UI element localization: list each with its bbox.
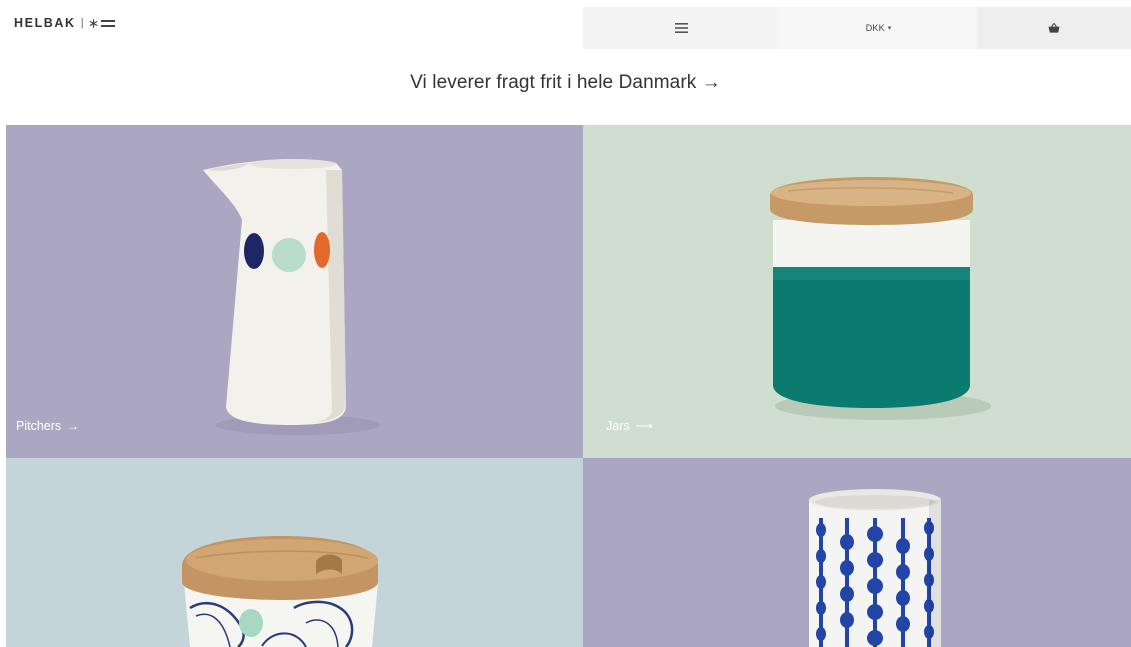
tile-label-text: Pitchers [16,419,62,433]
jar-image [583,125,1131,458]
asterisk-icon [89,18,97,28]
currency-label: DKK [865,23,885,33]
category-tile-pitchers[interactable]: Pitchers → [6,125,583,458]
category-tile-vases[interactable] [583,458,1131,647]
logo-text: HELBAK [14,16,76,30]
logo[interactable]: HELBAK | [14,13,115,33]
site-header: HELBAK | DKK ▾ [0,0,1131,52]
double-line-icon [100,19,115,27]
shipping-banner[interactable]: Vi leverer fragt frit i hele Danmark → [0,72,1131,94]
arrow-right-icon: ⟶ [635,419,653,433]
currency-selector[interactable]: DKK ▾ [780,7,977,49]
logo-marks [89,18,115,28]
menu-button[interactable] [583,7,780,49]
tile-label-jars[interactable]: Jars ⟶ [606,419,653,433]
arrow-right-icon: → [67,419,80,433]
category-tile-bowls[interactable] [6,458,583,647]
hamburger-menu-icon [675,23,688,33]
logo-separator: | [80,17,84,29]
pitcher-image [6,125,583,458]
chevron-down-icon: ▾ [887,25,892,32]
tile-label-text: Jars [606,419,630,433]
tile-label-pitchers[interactable]: Pitchers → [16,419,79,433]
cart-button[interactable] [977,7,1131,49]
sugar-bowl-image [6,458,583,647]
basket-icon [1048,23,1060,33]
category-tile-jars[interactable]: Jars ⟶ [583,125,1131,458]
vase-image [583,458,1131,647]
